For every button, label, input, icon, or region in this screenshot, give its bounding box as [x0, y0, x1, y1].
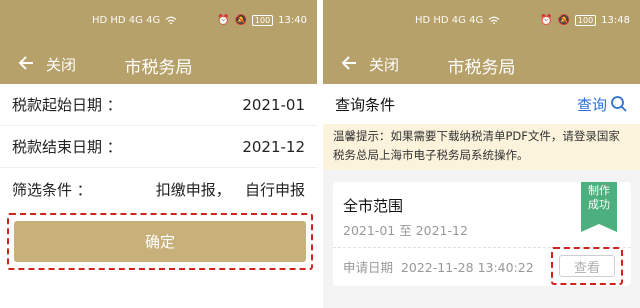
- card-title: 全市范围: [343, 197, 404, 215]
- query-button-label: 查询: [576, 95, 607, 114]
- nav-bar: 关闭 市税务局: [0, 42, 317, 84]
- mute-icon: 🔕: [557, 15, 570, 26]
- status-badge-tail: [581, 224, 617, 232]
- filter-value[interactable]: 扣缴申报， 自行申报: [156, 179, 305, 200]
- status-right: ⏰ 🔕 100 13:48: [540, 15, 630, 26]
- end-date-label: 税款结束日期 ：: [12, 138, 122, 156]
- status-badge: 制作 成功: [581, 182, 617, 224]
- page-title: 市税务局: [124, 58, 193, 78]
- start-date-row[interactable]: 税款起始日期 ： 2021-01: [0, 84, 317, 126]
- clock: 13:48: [601, 15, 630, 26]
- start-date-value[interactable]: 2021-01: [242, 96, 305, 114]
- status-bar: HD HD 4G 4G ⏰ 🔕 100 13:48: [323, 0, 640, 42]
- start-date-label: 税款起始日期 ：: [12, 96, 122, 114]
- alarm-icon: ⏰: [216, 15, 230, 26]
- card-date-range: 2021-01 至 2021-12: [343, 223, 468, 238]
- tip-banner: 温馨提示：如果需要下载纳税清单PDF文件，请登录国家税务总局上海市电子税务局系统…: [323, 124, 640, 170]
- status-right: ⏰ 🔕 100 13:40: [217, 15, 307, 26]
- status-bar: HD HD 4G 4G ⏰ 🔕 100 13:40: [0, 0, 317, 42]
- status-network: HD HD 4G 4G: [415, 15, 500, 26]
- search-icon: [611, 96, 627, 112]
- battery-icon: 100: [574, 15, 597, 26]
- end-date-value[interactable]: 2021-12: [242, 138, 305, 156]
- end-date-row[interactable]: 税款结束日期 ： 2021-12: [0, 126, 317, 168]
- mute-icon: 🔕: [234, 15, 247, 26]
- query-bar: 查询条件 查询: [323, 84, 640, 124]
- clock: 13:40: [278, 15, 307, 26]
- status-network: HD HD 4G 4G: [92, 15, 177, 26]
- confirm-highlight: 确定: [7, 213, 313, 270]
- query-title: 查询条件: [335, 95, 396, 114]
- confirm-button[interactable]: 确定: [14, 221, 306, 262]
- query-button[interactable]: 查询: [577, 94, 628, 115]
- page-title: 市税务局: [447, 58, 516, 78]
- wifi-icon: [488, 16, 500, 24]
- filter-row[interactable]: 筛选条件 ： 扣缴申报， 自行申报: [0, 168, 317, 210]
- card-apply-date: 申请日期 2022-11-28 13:40:22: [343, 260, 534, 275]
- battery-icon: 100: [251, 15, 274, 26]
- view-highlight: 查看: [551, 247, 623, 285]
- wifi-icon: [165, 16, 177, 24]
- nav-bar: 关闭 市税务局: [323, 42, 640, 84]
- alarm-icon: ⏰: [539, 15, 553, 26]
- view-button[interactable]: 查看: [559, 255, 615, 277]
- network-indicators: HD HD 4G 4G: [415, 15, 484, 26]
- filter-label: 筛选条件 ：: [12, 180, 92, 199]
- left-screen: HD HD 4G 4G ⏰ 🔕 100 13:40 关闭 市税务局 税款起始日期…: [0, 0, 317, 308]
- network-indicators: HD HD 4G 4G: [92, 15, 161, 26]
